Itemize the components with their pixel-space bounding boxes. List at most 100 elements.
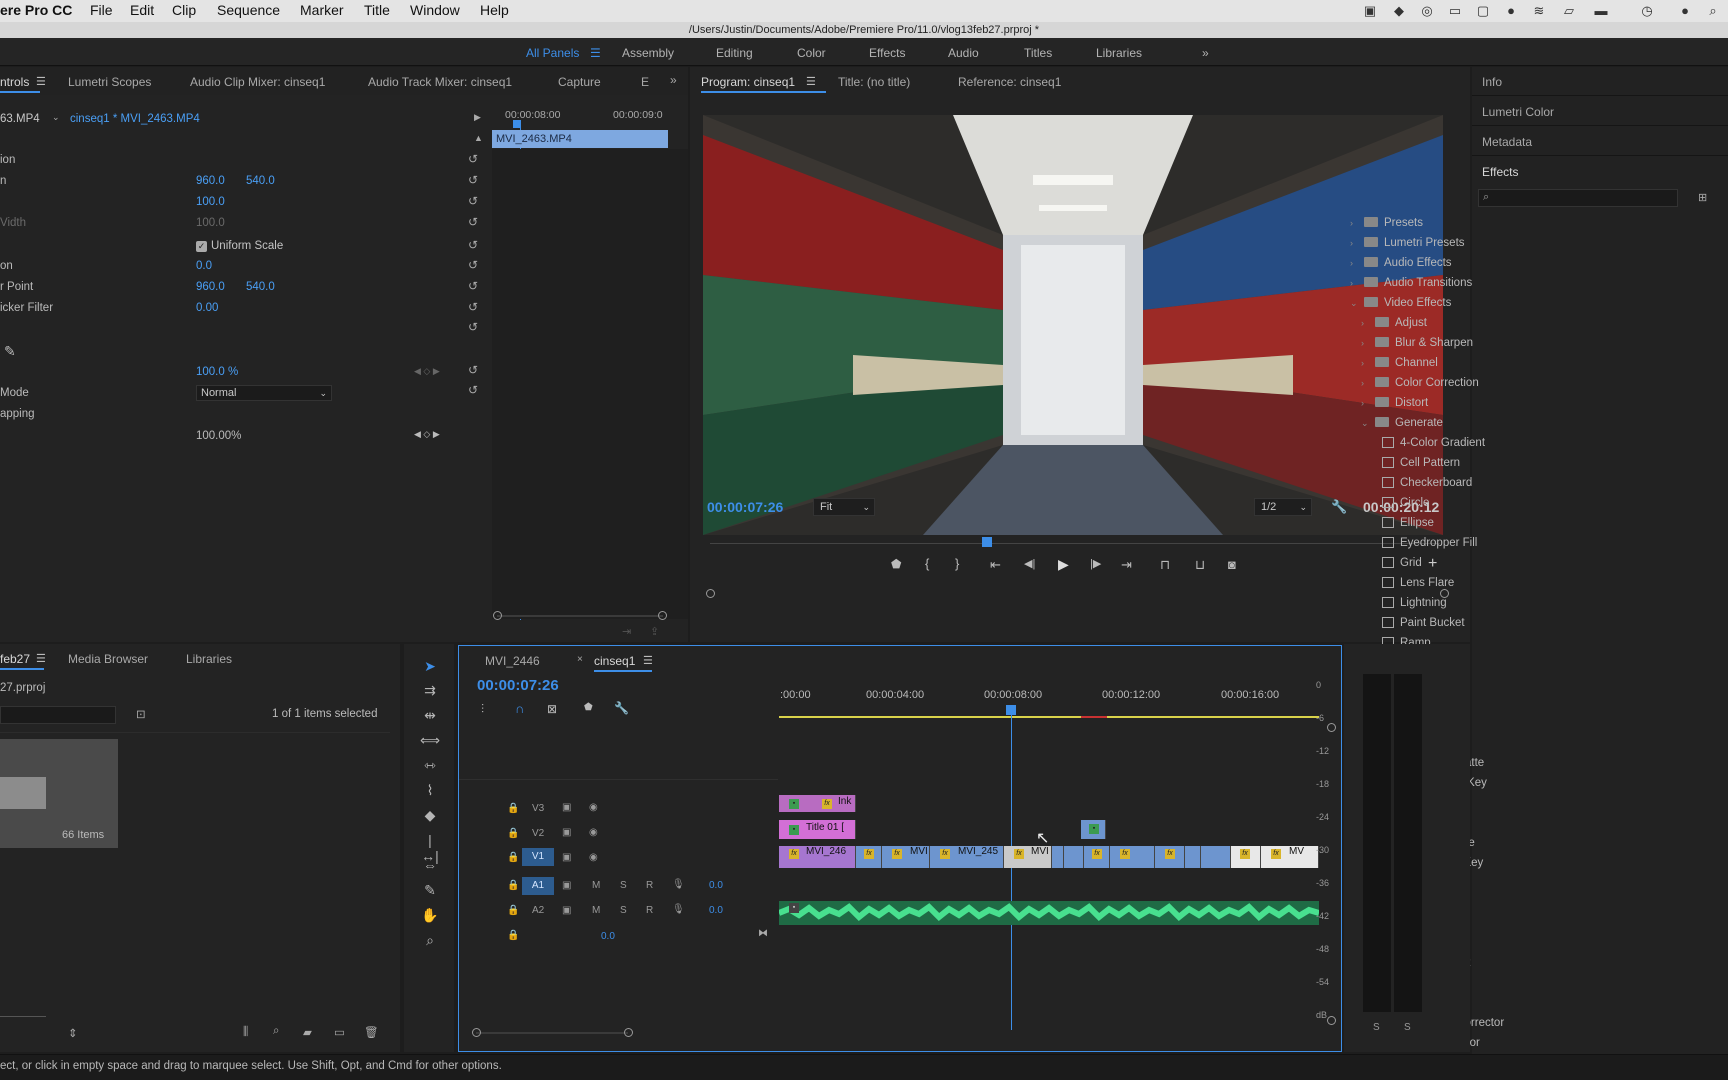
menu-window[interactable]: Window bbox=[410, 2, 460, 18]
hand-icon[interactable]: ✋ bbox=[420, 907, 440, 924]
effect-item[interactable]: Checkerboard bbox=[1350, 477, 1472, 489]
app-menu[interactable]: ere Pro CC bbox=[0, 2, 72, 18]
menu-sequence[interactable]: Sequence bbox=[217, 2, 280, 18]
chevron-right-icon[interactable]: › bbox=[1361, 358, 1371, 368]
pen-icon[interactable]: ✎ bbox=[4, 343, 16, 360]
track-name-v1[interactable]: V1 bbox=[522, 848, 554, 866]
audio-master-icon[interactable]: ⧓ bbox=[758, 928, 768, 939]
slide-icon[interactable]: ⇔ bbox=[420, 857, 440, 873]
effect-item[interactable]: Lightning bbox=[1350, 597, 1447, 609]
effects-folder[interactable]: › Presets bbox=[1350, 217, 1423, 229]
reset-icon[interactable]: ↺ bbox=[468, 383, 478, 397]
rotation-value[interactable]: 0.0 bbox=[196, 260, 212, 272]
ripple-edit-icon[interactable]: ⇹ bbox=[420, 707, 440, 724]
wrench-icon[interactable]: 🔧 bbox=[1331, 499, 1347, 515]
close-icon[interactable]: × bbox=[577, 654, 583, 665]
clip-v2-graphic[interactable]: ▪ bbox=[1081, 820, 1106, 839]
lock-icon[interactable]: 🔒 bbox=[507, 803, 519, 814]
tab-capture[interactable]: Capture bbox=[558, 75, 601, 89]
info-panel-header[interactable] bbox=[1472, 67, 1728, 96]
mute-button[interactable]: M bbox=[592, 905, 600, 916]
tab-libraries[interactable]: Libraries bbox=[186, 652, 232, 666]
workspace-editing[interactable]: Editing bbox=[716, 46, 753, 60]
panel-menu-icon[interactable]: ☰ bbox=[806, 75, 816, 88]
effects-folder[interactable]: › Audio Effects bbox=[1350, 257, 1452, 269]
wrench-icon[interactable]: 🔧 bbox=[614, 701, 629, 715]
program-playhead[interactable] bbox=[982, 537, 993, 547]
eye-icon[interactable]: ◉ bbox=[589, 827, 598, 838]
reset-icon[interactable]: ↺ bbox=[468, 215, 478, 229]
effects-folder[interactable]: › Lumetri Presets bbox=[1350, 237, 1465, 249]
menu-help[interactable]: Help bbox=[480, 2, 509, 18]
zoom-handle-left[interactable] bbox=[472, 1028, 481, 1037]
extract-icon[interactable]: ⊔ bbox=[1195, 557, 1205, 573]
menu-edit[interactable]: Edit bbox=[130, 2, 154, 18]
razor-icon[interactable]: ⌇ bbox=[420, 782, 440, 799]
lock-icon[interactable]: 🔒 bbox=[507, 880, 519, 891]
tab-title[interactable]: Title: (no title) bbox=[838, 75, 910, 89]
menu-title[interactable]: Title bbox=[364, 2, 390, 18]
battery-icon[interactable]: ▬ bbox=[1592, 3, 1610, 18]
play-triangle-icon[interactable]: ▶ bbox=[474, 112, 481, 123]
record-button[interactable]: R bbox=[646, 880, 653, 891]
sync-lock-icon[interactable]: ▣ bbox=[562, 880, 571, 891]
reset-icon[interactable]: ↺ bbox=[468, 320, 478, 334]
effects-folder[interactable]: ⌄ Video Effects bbox=[1350, 297, 1451, 309]
clip-v1-1[interactable]: fx bbox=[856, 846, 882, 868]
mute-button[interactable]: M bbox=[592, 880, 600, 891]
effects-folder[interactable]: ⌄ Generate bbox=[1350, 417, 1443, 429]
effect-item[interactable]: Circle bbox=[1350, 497, 1429, 509]
panel-menu-icon[interactable]: ☰ bbox=[36, 652, 46, 665]
hamburger-icon[interactable]: ☰ bbox=[590, 46, 601, 60]
ec-zoom-scrollbar[interactable] bbox=[497, 615, 663, 617]
clip-v2-title[interactable]: ▪ Title 01 [ bbox=[779, 820, 856, 839]
workspace-color[interactable]: Color bbox=[797, 46, 826, 60]
ec-zoom-handle-right[interactable] bbox=[658, 611, 667, 620]
vertical-zoom-handle[interactable] bbox=[1327, 723, 1336, 732]
eye-icon[interactable]: ◉ bbox=[589, 802, 598, 813]
play-icon[interactable]: ▶ bbox=[1058, 556, 1069, 573]
user-icon[interactable]: ● bbox=[1676, 3, 1694, 18]
workspace-overflow[interactable]: » bbox=[1202, 46, 1209, 60]
clip-v1-7[interactable]: fx bbox=[1084, 846, 1110, 868]
uniform-scale-checkbox[interactable]: ✓ bbox=[196, 241, 207, 252]
sync-lock-icon[interactable]: ▣ bbox=[562, 905, 571, 916]
effects-folder[interactable]: › Adjust bbox=[1350, 317, 1427, 329]
clip-v1-0[interactable]: fx MVI_246 bbox=[779, 846, 856, 868]
track-volume-a1[interactable]: 0.0 bbox=[709, 880, 723, 891]
anchor-x[interactable]: 960.0 bbox=[196, 281, 225, 293]
sync-lock-icon[interactable]: ▣ bbox=[562, 852, 571, 863]
microphone-icon[interactable]: 🎙 bbox=[672, 879, 685, 890]
vpn-icon[interactable]: ● bbox=[1502, 3, 1520, 18]
tab-project[interactable]: feb27 bbox=[0, 652, 30, 666]
solo-button[interactable]: S bbox=[620, 905, 627, 916]
reset-icon[interactable]: ↺ bbox=[468, 194, 478, 208]
lock-icon[interactable]: 🔒 bbox=[507, 930, 519, 941]
go-to-out-icon[interactable]: ⇥ bbox=[1121, 557, 1132, 573]
tab-reference[interactable]: Reference: cinseq1 bbox=[958, 75, 1061, 89]
workspace-audio[interactable]: Audio bbox=[948, 46, 979, 60]
effects-search-input[interactable]: ⌕ bbox=[1478, 189, 1678, 207]
effect-item[interactable]: Eyedropper Fill bbox=[1350, 537, 1477, 549]
position-y[interactable]: 540.0 bbox=[246, 175, 275, 187]
clip-v1-6[interactable] bbox=[1064, 846, 1084, 868]
program-video-frame[interactable] bbox=[703, 115, 1443, 535]
chevron-right-icon[interactable]: › bbox=[1361, 318, 1371, 328]
vertical-zoom-handle[interactable] bbox=[1327, 1016, 1336, 1025]
add-marker-icon[interactable]: ⬟ bbox=[584, 702, 593, 713]
reset-icon[interactable]: ↺ bbox=[468, 363, 478, 377]
bin-thumbnail[interactable]: 66 Items bbox=[0, 739, 118, 848]
scrubber-handle-left[interactable] bbox=[706, 589, 715, 598]
chevron-right-icon[interactable]: › bbox=[1350, 238, 1360, 248]
new-item-icon[interactable]: ▭ bbox=[334, 1025, 345, 1039]
tab-lumetri-scopes[interactable]: Lumetri Scopes bbox=[68, 75, 151, 89]
new-bin-icon[interactable]: ⊞ bbox=[1698, 191, 1707, 204]
menu-marker[interactable]: Marker bbox=[300, 2, 344, 18]
master-volume[interactable]: 0.0 bbox=[601, 931, 615, 942]
anchor-y[interactable]: 540.0 bbox=[246, 281, 275, 293]
reset-icon[interactable]: ↺ bbox=[468, 279, 478, 293]
program-timecode[interactable]: 00:00:07:26 bbox=[707, 499, 783, 515]
keyframe-nav-icon[interactable]: ◀ ◇ ▶ bbox=[414, 366, 440, 377]
keyframe-nav-icon[interactable]: ◀ ◇ ▶ bbox=[414, 429, 440, 440]
zoom-handle-right[interactable] bbox=[624, 1028, 633, 1037]
